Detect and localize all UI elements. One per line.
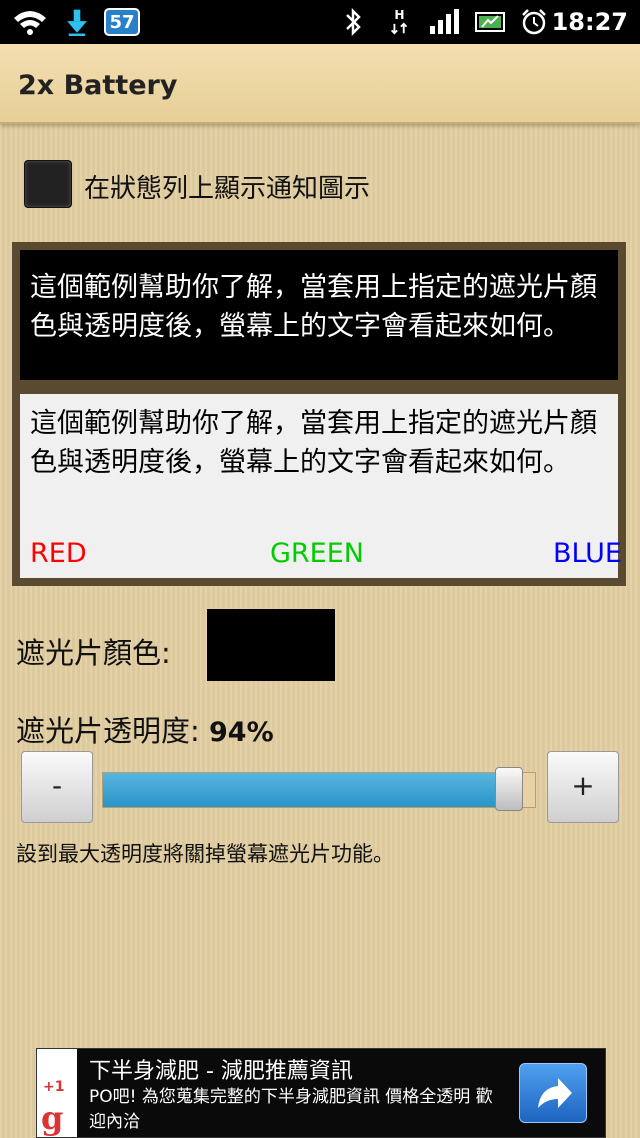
transparency-note: 設到最大透明度將關掉螢幕遮光片功能。	[16, 842, 394, 866]
battery-icon	[475, 12, 505, 32]
transparency-value: 94%	[209, 717, 274, 748]
notification-checkbox-label: 在狀態列上顯示通知圖示	[84, 174, 371, 204]
app-title: 2x Battery	[18, 70, 178, 101]
notification-checkbox[interactable]	[24, 160, 72, 208]
g-logo-letter: g	[41, 1099, 64, 1137]
notification-count-badge: 57	[104, 8, 140, 36]
light-preview-text: 這個範例幫助你了解，當套用上指定的遮光片顏色與透明度後，螢幕上的文字會看起來如何…	[30, 408, 597, 478]
title-bar: 2x Battery	[0, 44, 640, 124]
alarm-icon	[522, 9, 546, 35]
decrease-button[interactable]: -	[21, 751, 93, 823]
text-preview-panel: 這個範例幫助你了解，當套用上指定的遮光片顏色與透明度後，螢幕上的文字會看起來如何…	[12, 242, 626, 586]
slider-thumb[interactable]	[495, 767, 524, 811]
transparency-slider[interactable]	[102, 767, 536, 811]
light-preview-box: 這個範例幫助你了解，當套用上指定的遮光片顏色與透明度後，螢幕上的文字會看起來如何…	[20, 394, 622, 578]
filter-color-label: 遮光片顏色:	[16, 636, 171, 670]
plus-one-badge: +1	[43, 1079, 65, 1095]
increase-button[interactable]: +	[547, 751, 619, 823]
filter-color-swatch[interactable]	[207, 609, 335, 681]
ad-open-button[interactable]	[519, 1063, 587, 1123]
google-plus-logo: +1 g	[37, 1049, 77, 1137]
transparency-label-row: 遮光片透明度: 94%	[16, 708, 274, 750]
green-label: GREEN	[270, 538, 364, 569]
bluetooth-icon	[346, 8, 361, 36]
ad-description: PO吧! 為您蒐集完整的下半身減肥資訊 價格全透明 歡迎內洽	[89, 1087, 493, 1132]
blue-label: BLUE	[552, 538, 622, 569]
svg-text:H: H	[394, 8, 404, 22]
share-arrow-icon	[538, 1078, 572, 1108]
wifi-icon	[14, 11, 46, 35]
clock: 18:27	[551, 8, 628, 36]
slider-fill	[103, 773, 510, 807]
ad-title: 下半身減肥 - 減肥推薦資訊	[89, 1059, 353, 1084]
signal-icon	[430, 9, 459, 34]
status-bar: 57 H 18:27	[0, 0, 640, 44]
transparency-label: 遮光片透明度:	[16, 714, 200, 748]
dark-preview-text: 這個範例幫助你了解，當套用上指定的遮光片顏色與透明度後，螢幕上的文字會看起來如何…	[20, 250, 618, 380]
red-label: RED	[30, 538, 87, 569]
download-icon	[67, 9, 87, 36]
ad-banner[interactable]: +1 g 下半身減肥 - 減肥推薦資訊 PO吧! 為您蒐集完整的下半身減肥資訊 …	[36, 1048, 606, 1138]
network-h-icon: H	[390, 8, 408, 35]
